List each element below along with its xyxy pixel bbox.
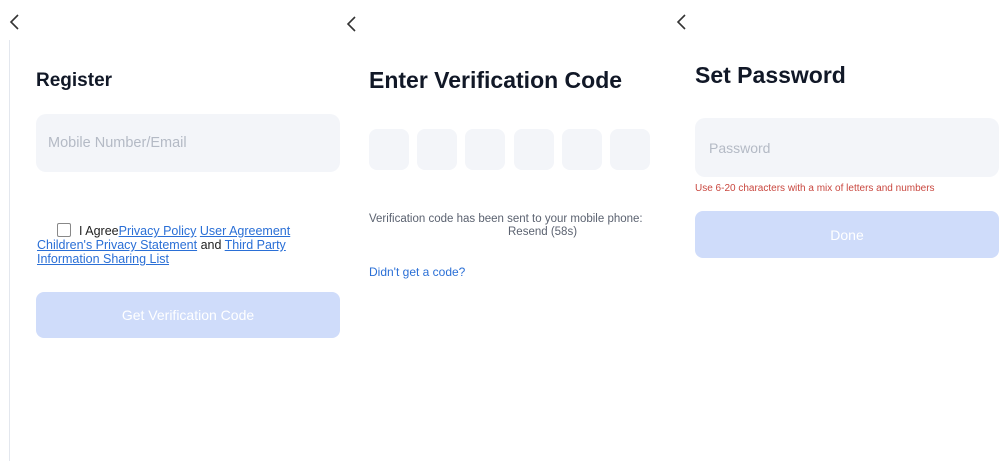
chevron-left-icon (676, 14, 686, 30)
code-digit-3[interactable] (465, 129, 505, 170)
chevron-left-icon (9, 14, 19, 30)
chevron-left-icon (346, 16, 356, 32)
back-button[interactable] (675, 12, 697, 42)
resend-timer: Resend (58s) (508, 226, 578, 238)
password-input[interactable]: Password (695, 118, 999, 177)
code-digit-4[interactable] (514, 129, 554, 170)
code-sent-message: Verification code has been sent to your … (369, 213, 643, 238)
code-digit-1[interactable] (369, 129, 409, 170)
mobile-email-input[interactable]: Mobile Number/Email (36, 114, 340, 172)
code-digit-2[interactable] (417, 129, 457, 170)
didnt-get-code-link[interactable]: Didn't get a code? (369, 265, 465, 279)
user-agreement-link[interactable]: User Agreement (200, 224, 290, 238)
code-digit-6[interactable] (610, 129, 650, 170)
page-title: Register (36, 70, 113, 91)
privacy-policy-link[interactable]: Privacy Policy (119, 224, 197, 238)
get-verification-code-button[interactable]: Get Verification Code (36, 292, 340, 338)
page-title: Set Password (695, 62, 846, 88)
page-title: Enter Verification Code (369, 67, 623, 93)
back-button[interactable] (8, 12, 30, 42)
verification-screen: Enter Verification Code Verification cod… (345, 0, 675, 461)
agreement-text: I AgreePrivacy Policy User Agreement Chi… (37, 223, 291, 266)
register-screen: Register Mobile Number/Email I AgreePriv… (0, 0, 345, 461)
done-button[interactable]: Done (695, 211, 999, 258)
code-digit-5[interactable] (562, 129, 602, 170)
agree-checkbox[interactable] (57, 223, 71, 237)
password-hint: Use 6-20 characters with a mix of letter… (695, 183, 935, 194)
set-password-screen: Set Password Password Use 6-20 character… (675, 0, 1007, 461)
childrens-privacy-link[interactable]: Children's Privacy Statement (37, 238, 197, 252)
back-button[interactable] (345, 14, 367, 44)
